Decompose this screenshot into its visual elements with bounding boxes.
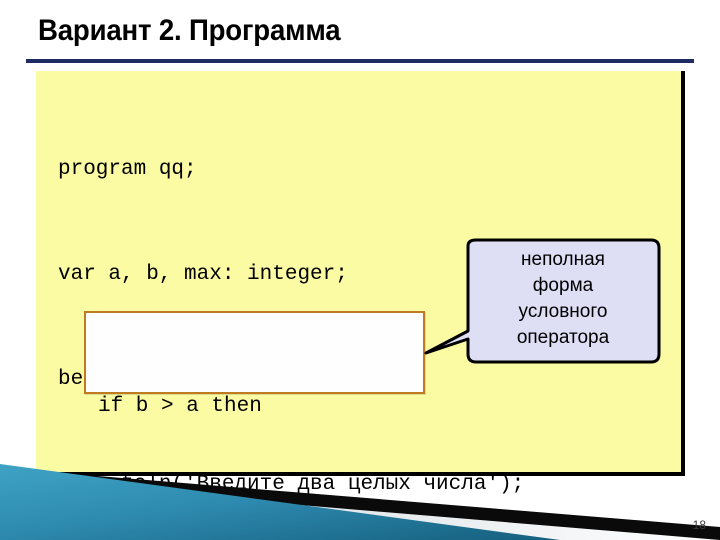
code-line: if b > a then [98, 395, 262, 418]
callout-text: неполная форма условного оператора [472, 247, 654, 351]
page-title: Вариант 2. Программа [38, 14, 341, 47]
callout-line: форма [532, 275, 594, 296]
callout-line: неполная [521, 249, 605, 270]
code-line: max := b; [98, 500, 237, 523]
code-line: program qq; [58, 158, 197, 181]
title-underline-rule [26, 59, 694, 63]
conditional-highlight-box: if b > a then max := b; [84, 311, 425, 523]
callout-line: оператора [516, 327, 610, 348]
conditional-code-listing: if b > a then max := b; [98, 319, 262, 540]
annotation-callout: неполная форма условного оператора [420, 236, 663, 371]
callout-line: условного [518, 301, 608, 322]
slide: Вариант 2. Программа program qq; var a, … [0, 0, 720, 540]
page-number: 18 [692, 518, 706, 532]
